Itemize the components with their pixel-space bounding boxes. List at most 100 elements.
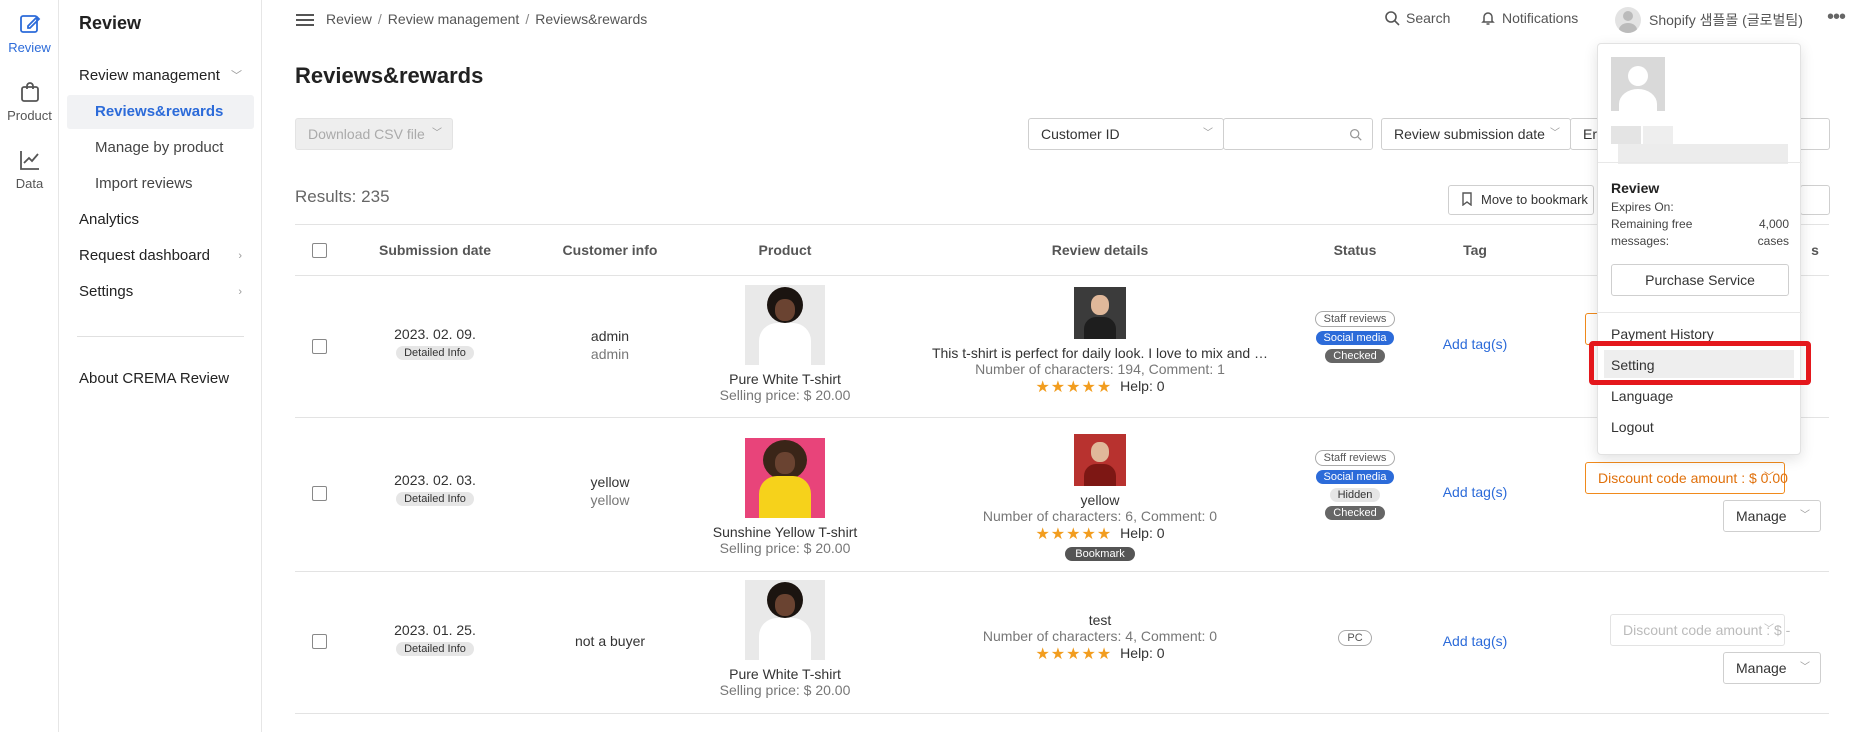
header-partial: s (1811, 242, 1819, 258)
chevron-down-icon: ﹀ (1764, 472, 1774, 483)
sidebar-item-label: Request dashboard (79, 247, 210, 264)
review-text[interactable]: yellow (920, 492, 1280, 508)
avatar (1615, 7, 1641, 33)
status-cell: PC (1305, 626, 1405, 646)
menu-item-payment-history[interactable]: Payment History (1611, 326, 1714, 342)
download-csv-label: Download CSV file (308, 126, 425, 142)
bookmark-badge: Bookmark (1065, 547, 1135, 561)
expires-label: Expires On: (1611, 200, 1674, 214)
header-product: Product (758, 242, 812, 258)
sidebar-item-request-dashboard[interactable]: Request dashboard › (67, 239, 254, 273)
results-count: Results: 235 (295, 187, 390, 207)
header-customer-info: Customer info (562, 242, 658, 258)
rail-item-product[interactable]: Product (0, 80, 59, 123)
breadcrumb-item-review-management[interactable]: Review management (388, 11, 520, 27)
row-checkbox[interactable] (312, 339, 327, 354)
product-price: Selling price: $ 20.00 (719, 540, 851, 556)
notifications-button[interactable]: Notifications (1480, 10, 1578, 26)
status-badge: Checked (1325, 349, 1385, 363)
sidebar-item-import-reviews[interactable]: Import reviews (67, 167, 254, 201)
add-tag-link[interactable]: Add tag(s) (1443, 633, 1508, 649)
sidebar-item-about[interactable]: About CREMA Review (67, 362, 254, 396)
sidebar-item-analytics[interactable]: Analytics (67, 203, 254, 237)
sidebar-item-label: About CREMA Review (79, 370, 230, 387)
notifications-label: Notifications (1502, 10, 1579, 26)
sidebar-item-label: Reviews&rewards (95, 103, 224, 120)
sidebar-item-manage-by-product[interactable]: Manage by product (67, 131, 254, 165)
breadcrumb-item-review[interactable]: Review (326, 11, 372, 27)
review-image[interactable] (1074, 287, 1126, 339)
add-tag-link[interactable]: Add tag(s) (1443, 336, 1508, 352)
detailed-info-button[interactable]: Detailed Info (396, 492, 474, 506)
breadcrumb: Review / Review management / Reviews&rewards (326, 11, 648, 27)
customer-field-label: Customer ID (1041, 126, 1120, 142)
date-type-select[interactable]: Review submission date ﹀ (1381, 118, 1571, 150)
review-text[interactable]: This t-shirt is perfect for daily look. … (920, 345, 1280, 361)
help-count: Help: 0 (1120, 645, 1165, 661)
tag-cell: Add tag(s) (1425, 484, 1525, 500)
move-to-bookmark-button[interactable]: Move to bookmark (1448, 185, 1594, 215)
menu-icon[interactable] (296, 11, 314, 29)
review-details-cell: yellow Number of characters: 6, Comment:… (920, 434, 1280, 561)
customer-field-select[interactable]: Customer ID ﹀ (1028, 118, 1224, 150)
extra-toolbar-button[interactable] (1800, 185, 1830, 215)
customer-search-input[interactable] (1223, 118, 1373, 150)
status-badge: Social media (1315, 470, 1395, 484)
detailed-info-button[interactable]: Detailed Info (396, 346, 474, 360)
tag-cell: Add tag(s) (1425, 336, 1525, 352)
product-price: Selling price: $ 20.00 (719, 387, 851, 403)
page-title: Reviews&rewards (295, 63, 484, 88)
sidebar-item-review-management[interactable]: Review management ﹀ (67, 59, 254, 93)
date-type-label: Review submission date (1394, 126, 1545, 142)
chevron-right-icon: › (238, 250, 242, 262)
purchase-service-button[interactable]: Purchase Service (1611, 264, 1789, 296)
product-cell: Pure White T-shirt Selling price: $ 20.0… (685, 580, 885, 698)
search-button[interactable]: Search (1384, 10, 1450, 26)
review-meta: Number of characters: 194, Comment: 1 (975, 361, 1225, 377)
menu-item-logout[interactable]: Logout (1611, 419, 1654, 435)
submission-date: 2023. 01. 25. (394, 622, 476, 638)
sidebar-item-label: Settings (79, 283, 134, 300)
edit-icon (19, 15, 40, 33)
sidebar-item-settings[interactable]: Settings › (67, 275, 254, 309)
row-checkbox[interactable] (312, 634, 327, 649)
manage-button[interactable]: Manage ﹀ (1723, 652, 1821, 684)
help-count: Help: 0 (1120, 525, 1165, 541)
chart-icon (19, 151, 39, 170)
product-cell: Pure White T-shirt Selling price: $ 20.0… (685, 285, 885, 403)
status-badge: Checked (1325, 506, 1385, 520)
detailed-info-button[interactable]: Detailed Info (396, 642, 474, 656)
discount-code-button[interactable]: Discount code amount : $ 0.00 ﹀ (1585, 462, 1788, 494)
submission-date-cell: 2023. 02. 09. Detailed Info (365, 326, 505, 360)
sidebar-item-reviews-rewards[interactable]: Reviews&rewards (67, 95, 254, 129)
search-icon (1385, 11, 1400, 26)
rail-label-data: Data (15, 176, 44, 191)
product-name[interactable]: Pure White T-shirt (685, 371, 885, 387)
row-checkbox[interactable] (312, 486, 327, 501)
bell-icon (1481, 12, 1495, 25)
chevron-down-icon: ﹀ (231, 70, 242, 82)
redacted-info (1618, 144, 1788, 164)
more-options-icon[interactable]: ••• (1827, 6, 1846, 29)
menu-item-language[interactable]: Language (1611, 388, 1673, 404)
table-row: 2023. 01. 25. Detailed Info not a buyer … (295, 572, 1829, 714)
add-tag-link[interactable]: Add tag(s) (1443, 484, 1508, 500)
download-csv-button[interactable]: Download CSV file ﹀ (295, 118, 453, 150)
status-cell: Staff reviews Social media Hidden Checke… (1305, 446, 1405, 520)
product-name[interactable]: Sunshine Yellow T-shirt (685, 524, 885, 540)
rail-item-review[interactable]: Review (0, 12, 59, 55)
product-name[interactable]: Pure White T-shirt (685, 666, 885, 682)
search-label: Search (1406, 10, 1451, 26)
manage-label: Manage (1736, 508, 1787, 524)
review-text[interactable]: test (920, 612, 1280, 628)
manage-button[interactable]: Manage ﹀ (1723, 500, 1821, 532)
rail-item-data[interactable]: Data (0, 148, 59, 191)
rating-stars: ★★★★★ (1035, 379, 1113, 396)
account-button[interactable]: Shopify 샘플몰 (글로벌팀) (1615, 7, 1803, 33)
status-badge: Staff reviews (1314, 311, 1396, 327)
select-all-checkbox[interactable] (312, 243, 327, 258)
review-image[interactable] (1074, 434, 1126, 486)
sidebar: Review Review management ﹀ Reviews&rewar… (59, 0, 262, 732)
discount-code-button[interactable]: Discount code amount : $ - ﹀ (1610, 614, 1790, 646)
store-name: Shopify 샘플몰 (글로벌팀) (1649, 12, 1803, 28)
